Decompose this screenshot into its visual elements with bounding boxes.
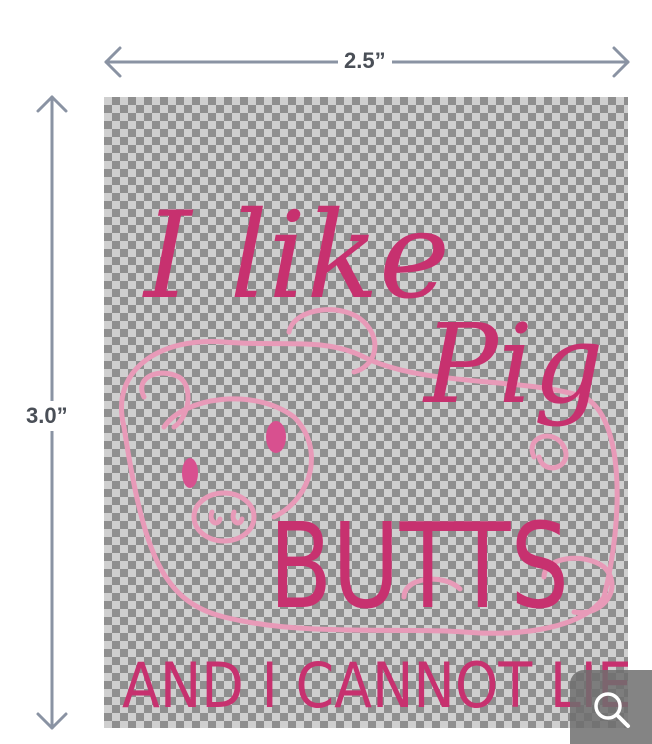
zoom-button[interactable] xyxy=(570,670,652,744)
design-line-pig: Pig xyxy=(422,300,604,428)
design-line-butts: BUTTS xyxy=(269,497,569,635)
pig-eyes xyxy=(182,421,286,488)
height-dimension-label: 3.0” xyxy=(26,401,68,431)
magnifier-icon xyxy=(594,692,630,728)
design-artwork: I like Pig BUTTS AND I CANNOT LIE xyxy=(119,187,628,722)
design-preview: I like Pig BUTTS AND I CANNOT LIE xyxy=(104,97,628,728)
design-line-cannot-lie: AND I CANNOT LIE xyxy=(122,649,628,722)
design-line-i-like: I like xyxy=(142,187,450,326)
width-dimension-label: 2.5” xyxy=(338,50,392,72)
